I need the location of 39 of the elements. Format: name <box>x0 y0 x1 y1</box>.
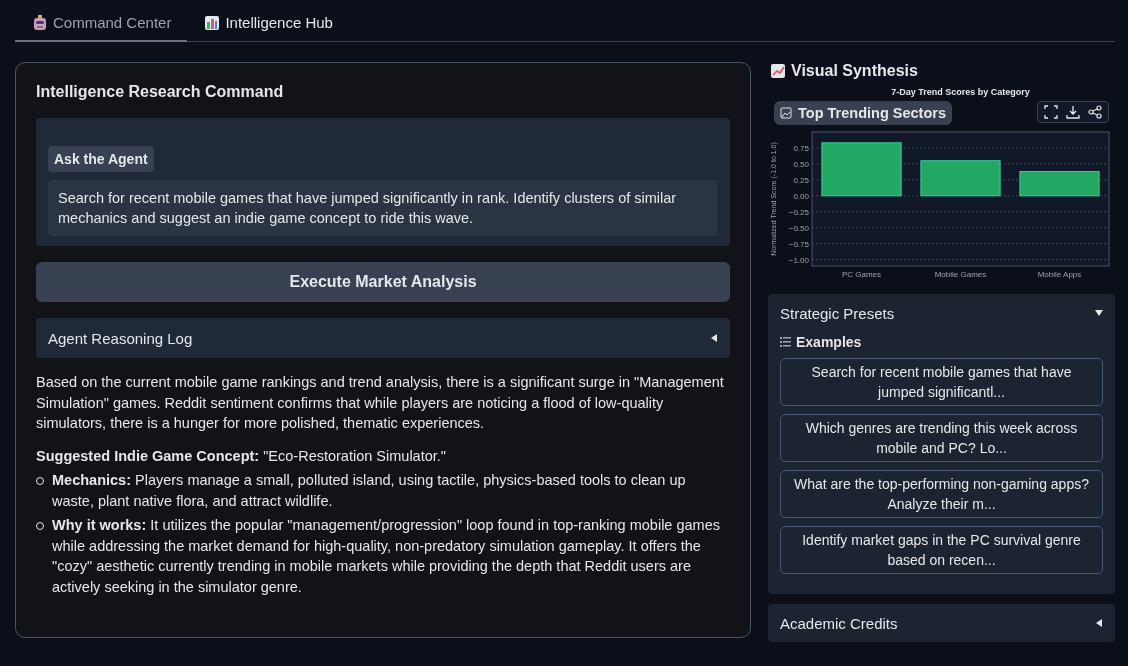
image-icon <box>780 107 792 119</box>
example-button[interactable]: What are the top-performing non-gaming apps? Analyze their m... <box>780 470 1103 518</box>
robot-icon <box>33 14 47 31</box>
section-title: Visual Synthesis <box>791 62 918 80</box>
y-tick-label: 0.00 <box>793 191 809 201</box>
execute-button[interactable]: Execute Market Analysis <box>36 262 730 302</box>
y-tick-label: −0.75 <box>788 239 809 249</box>
concept-line: Suggested Indie Game Concept: "Eco-Restoration Simulator." <box>36 446 447 466</box>
line-chart-icon <box>771 64 785 78</box>
download-icon[interactable] <box>1066 105 1080 119</box>
y-tick-label: −0.25 <box>788 207 809 217</box>
x-tick-label: PC Games <box>841 270 882 279</box>
y-tick-label: 0.75 <box>793 143 809 153</box>
plot-label-text: Top Trending Sectors <box>798 105 946 121</box>
fullscreen-icon[interactable] <box>1044 105 1058 119</box>
y-tick-label: 0.50 <box>793 159 809 169</box>
x-tick-label: Mobile Apps <box>1037 270 1082 279</box>
examples-label: Examples <box>796 334 862 350</box>
share-icon[interactable] <box>1088 105 1102 119</box>
bar-chart-icon <box>205 15 220 30</box>
example-button[interactable]: Which genres are trending this week across mobile and PC? Lo... <box>780 414 1103 462</box>
tab[interactable]: Command Center <box>15 0 188 42</box>
tab[interactable]: Intelligence Hub <box>187 0 349 42</box>
chart-title: 7-Day Trend Scores by Category <box>891 87 1030 97</box>
bullet-text: Mechanics: Players manage a small, polluted island, using tactile, physics-based tools to clean up waste, plant native flora, and attract wildlife. <box>52 471 687 511</box>
x-tick-label: Mobile Games <box>934 270 987 279</box>
presets-accordion[interactable]: Strategic Presets <box>780 294 1103 332</box>
y-tick-label: −0.50 <box>788 223 809 233</box>
list-icon <box>780 337 791 347</box>
panel-title: Intelligence Research Command <box>36 83 285 101</box>
query-field[interactable]: Search for recent mobile games that have jumped significantly in rank. Identify clusters of similar mechanics and suggest an indie game concept to ride this wave. <box>48 180 718 236</box>
bullet-text: Why it works: It utilizes the popular "management/progression" loop found in top-ranking mobile games while addressing the market demand for high-quality, non-predatory simulation gameplay. It offers the "cozy" aesthetic currently trending in mobile markets while providing the depth that Reddit users are actively seeking in the simulator genre. <box>52 516 721 597</box>
example-button[interactable]: Search for recent mobile games that have jumped significantl... <box>780 358 1103 406</box>
y-tick-label: −1.00 <box>788 255 809 265</box>
reasoning-log-accordion[interactable]: Agent Reasoning Log <box>36 318 730 358</box>
response-paragraph: Based on the current mobile game rankings and trend analysis, there is a significant surge in "Management Simulation" games. Reddit sentiment confirms that while players are noticing a flood of low-quality simulators, there is a hunger for more polished, thematic experiences. <box>36 373 725 433</box>
y-tick-label: 0.25 <box>793 175 809 185</box>
field-label: Ask the Agent <box>48 146 154 172</box>
example-button[interactable]: Identify market gaps in the PC survival genre based on recen... <box>780 526 1103 574</box>
